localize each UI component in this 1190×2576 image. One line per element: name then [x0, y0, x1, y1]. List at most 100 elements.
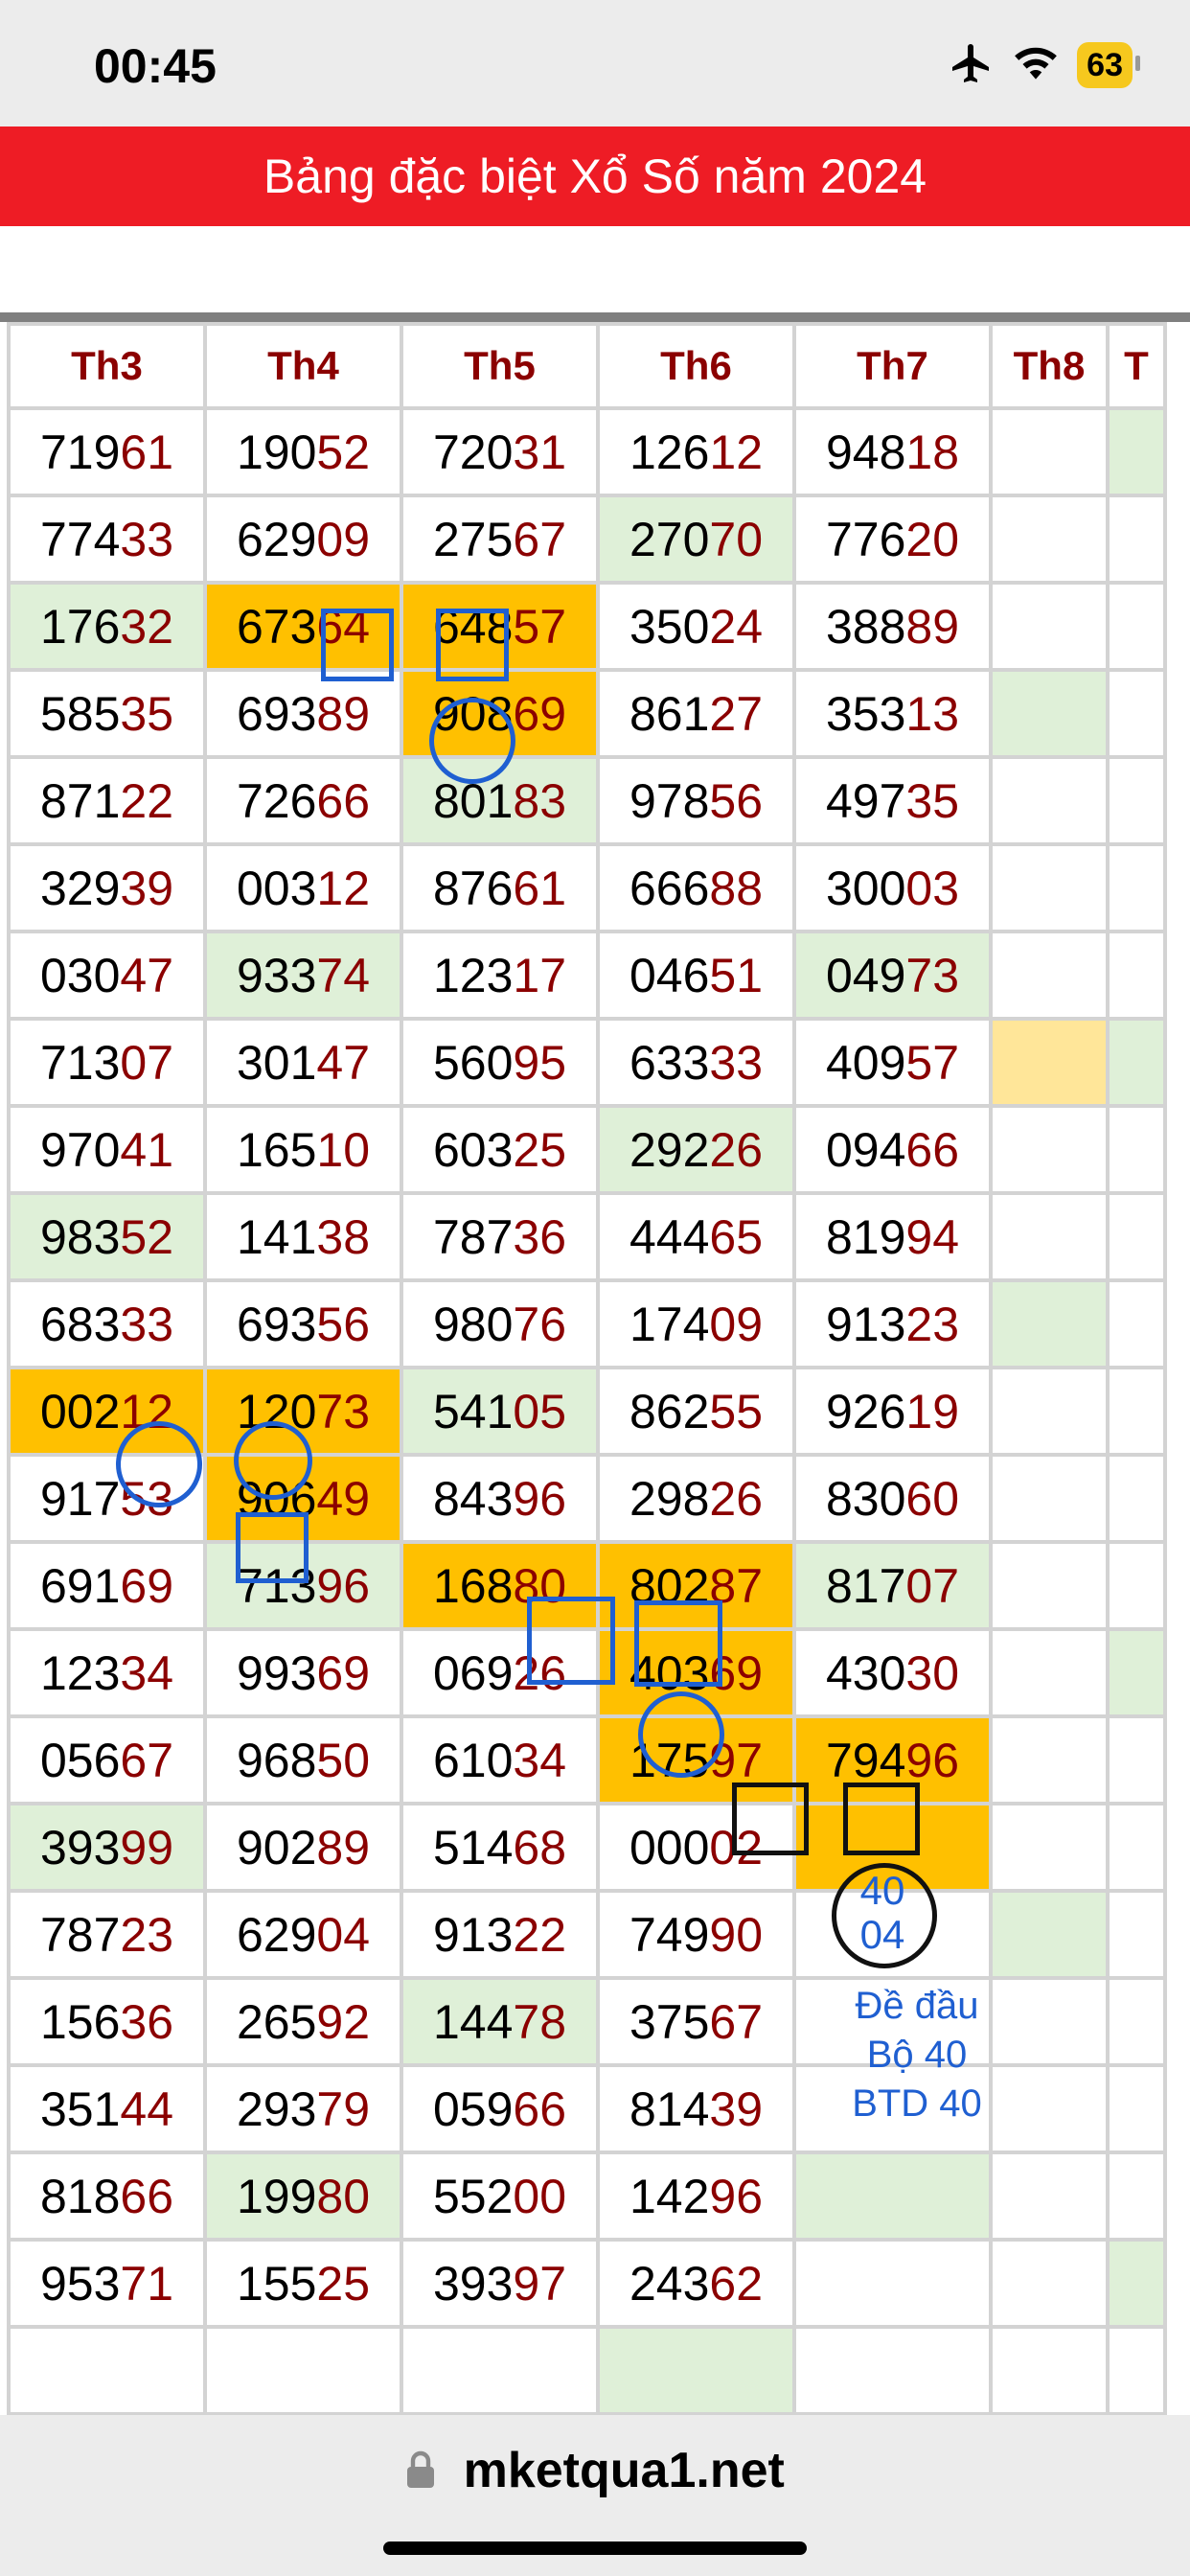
- number-head: 270: [629, 512, 710, 566]
- result-cell: 14138: [203, 1191, 403, 1282]
- home-indicator[interactable]: [383, 2542, 807, 2555]
- number-tail: 52: [316, 425, 371, 479]
- number-head: 648: [432, 599, 514, 654]
- number-tail: 02: [709, 1820, 764, 1874]
- number-tail: 61: [513, 861, 567, 915]
- number-head: 155: [236, 2256, 317, 2311]
- number-tail: 92: [316, 1994, 371, 2049]
- result-cell: 06926: [400, 1627, 600, 1718]
- number-head: 243: [629, 2256, 710, 2311]
- number-tail: 66: [120, 2169, 174, 2223]
- result-cell: 78736: [400, 1191, 600, 1282]
- number-head: 819: [825, 1209, 906, 1264]
- result-cell: [989, 2238, 1110, 2329]
- column-header: Th4: [203, 322, 403, 410]
- number-head: 953: [39, 2256, 121, 2311]
- table-row: 12334 99369 06926 40369 43030: [7, 1627, 1167, 1718]
- address-bar[interactable]: mketqua1.net: [0, 2442, 1190, 2502]
- result-cell: [1106, 1714, 1167, 1806]
- number-head: 141: [236, 1209, 317, 1264]
- number-head: 560: [432, 1035, 514, 1090]
- result-cell: 72666: [203, 755, 403, 846]
- result-cell: 92619: [792, 1366, 993, 1457]
- result-cell: [1106, 581, 1167, 672]
- result-cell: 60325: [400, 1104, 600, 1195]
- number-tail: 66: [513, 2082, 567, 2136]
- result-cell: [792, 2238, 993, 2329]
- number-head: 720: [432, 425, 514, 479]
- number-tail: 13: [905, 686, 960, 741]
- result-cell: 19980: [203, 2150, 403, 2242]
- number-head: 719: [39, 425, 121, 479]
- number-tail: 87: [709, 1558, 764, 1613]
- number-tail: 89: [905, 599, 960, 654]
- number-tail: 12: [709, 425, 764, 479]
- result-cell: [989, 1627, 1110, 1718]
- result-cell: 91322: [400, 1889, 600, 1980]
- number-head: 913: [432, 1907, 514, 1962]
- number-head: 275: [432, 512, 514, 566]
- result-cell: 77620: [792, 494, 993, 585]
- table-row: 95371 15525 39397 24362: [7, 2238, 1167, 2329]
- table-row: 78723 62904 91322 74990: [7, 1889, 1167, 1980]
- result-cell: 35313: [792, 668, 993, 759]
- result-cell: [989, 1540, 1110, 1631]
- result-cell: 05966: [400, 2063, 600, 2154]
- number-tail: 57: [905, 1035, 960, 1090]
- number-head: 629: [236, 512, 317, 566]
- result-cell: 12317: [400, 930, 600, 1021]
- result-cell: [989, 1802, 1110, 1893]
- result-cell: 97856: [596, 755, 796, 846]
- result-cell: 00002: [596, 1802, 796, 1893]
- result-cell: 94818: [792, 406, 993, 497]
- wifi-icon: [1012, 43, 1060, 88]
- number-tail: 89: [316, 1820, 371, 1874]
- number-tail: 47: [120, 948, 174, 1002]
- number-tail: 26: [709, 1471, 764, 1526]
- result-cell: [203, 2325, 403, 2415]
- number-head: 165: [236, 1122, 317, 1177]
- result-cell: 30003: [792, 842, 993, 933]
- number-head: 801: [432, 773, 514, 828]
- number-head: 713: [39, 1035, 121, 1090]
- result-cell: [1106, 755, 1167, 846]
- number-head: 843: [432, 1471, 514, 1526]
- result-cell: 84396: [400, 1453, 600, 1544]
- number-tail: 99: [120, 1820, 174, 1874]
- result-cell: 81439: [596, 2063, 796, 2154]
- number-tail: 09: [709, 1297, 764, 1351]
- result-cell: [989, 1714, 1110, 1806]
- result-cell: 71961: [7, 406, 207, 497]
- result-cell: [989, 1191, 1110, 1282]
- number-head: 175: [629, 1733, 710, 1787]
- result-cell: 29826: [596, 1453, 796, 1544]
- result-cell: 15636: [7, 1976, 207, 2067]
- result-cell: 40957: [792, 1017, 993, 1108]
- column-header: Th8: [989, 322, 1110, 410]
- results-table-container[interactable]: Th3 Th4 Th5 Th6 Th7 Th8 T 71961 19052 72031 12612…: [0, 322, 1190, 2415]
- number-tail: 69: [709, 1645, 764, 1700]
- result-cell: 43030: [792, 1627, 993, 1718]
- number-tail: 49: [316, 1471, 371, 1526]
- number-head: 913: [825, 1297, 906, 1351]
- result-cell: 91323: [792, 1278, 993, 1369]
- number-tail: 07: [120, 1035, 174, 1090]
- number-tail: 12: [316, 861, 371, 915]
- number-head: 830: [825, 1471, 906, 1526]
- number-tail: 26: [709, 1122, 764, 1177]
- result-cell: [989, 406, 1110, 497]
- number-head: 814: [629, 2082, 710, 2136]
- number-head: 156: [39, 1994, 121, 2049]
- number-tail: 70: [709, 512, 764, 566]
- result-cell: 03047: [7, 930, 207, 1021]
- result-cell: 71307: [7, 1017, 207, 1108]
- number-tail: 36: [120, 1994, 174, 2049]
- number-head: 298: [629, 1471, 710, 1526]
- result-cell: 27567: [400, 494, 600, 585]
- result-cell: [1106, 1104, 1167, 1195]
- result-cell: 44465: [596, 1191, 796, 1282]
- result-cell: [989, 668, 1110, 759]
- browser-bottom-bar: mketqua1.net: [0, 2415, 1190, 2576]
- result-cell: [989, 2150, 1110, 2242]
- number-head: 123: [432, 948, 514, 1002]
